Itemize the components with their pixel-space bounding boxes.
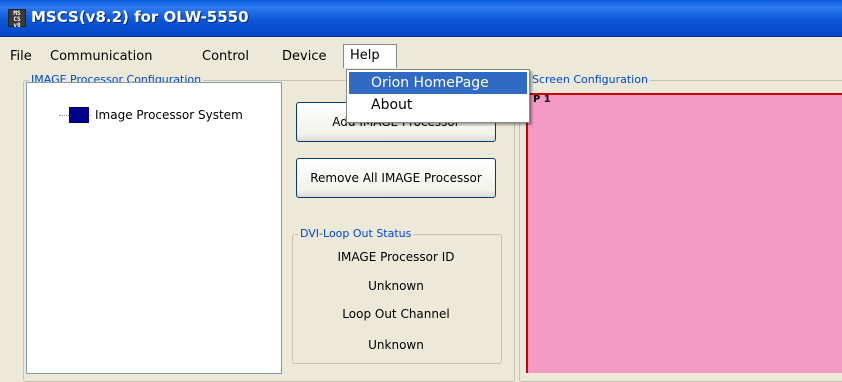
window-title: MSCS(v8.2) for OLW-5550 xyxy=(31,8,249,26)
menu-control[interactable]: Control xyxy=(196,45,255,68)
app-icon[interactable]: MS CS v8 xyxy=(8,9,26,29)
loop-out-channel-label: Loop Out Channel xyxy=(342,307,450,321)
menu-communication[interactable]: Communication xyxy=(44,45,158,68)
processor-tree[interactable]: Image Processor System xyxy=(26,82,282,374)
processor-id-label: IMAGE Processor ID xyxy=(337,250,455,264)
menu-bar: File Communication Control Device Help xyxy=(0,44,842,68)
loop-out-channel-value: Unknown xyxy=(368,338,424,352)
menu-help[interactable]: Help xyxy=(343,44,397,68)
tree-item-image-processor-system[interactable]: Image Processor System xyxy=(95,107,243,123)
title-bar[interactable]: MS CS v8 MSCS(v8.2) for OLW-5550 xyxy=(0,0,842,37)
processor-node-icon[interactable] xyxy=(69,107,89,123)
menu-file[interactable]: File xyxy=(4,45,38,68)
screen-config-label: Screen Configuration xyxy=(530,73,650,87)
screen-panel[interactable] xyxy=(526,93,842,373)
help-dropdown-menu: Orion HomePage About xyxy=(346,69,530,123)
menu-item-about[interactable]: About xyxy=(349,95,527,117)
dvi-loop-out-label: DVI-Loop Out Status xyxy=(298,227,414,241)
menu-device[interactable]: Device xyxy=(276,45,332,68)
processor-id-value: Unknown xyxy=(368,279,424,293)
menu-item-orion-homepage[interactable]: Orion HomePage xyxy=(349,72,527,94)
remove-all-image-processor-button[interactable]: Remove All IMAGE Processor xyxy=(296,158,496,198)
panel-label: P 1 xyxy=(533,94,551,105)
